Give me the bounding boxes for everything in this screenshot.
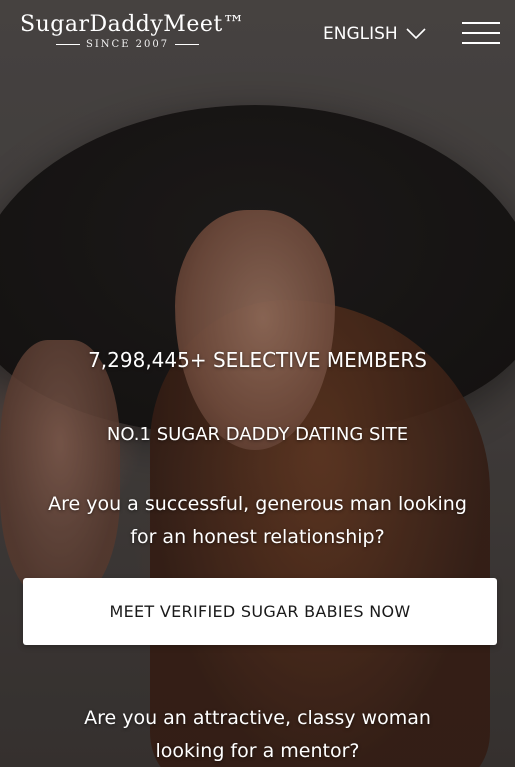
site-logo[interactable]: SugarDaddyMeet™ SINCE 2007: [20, 12, 245, 50]
language-label: ENGLISH: [323, 24, 398, 44]
question-men: Are you a successful, generous man looki…: [0, 488, 515, 554]
hamburger-menu-icon[interactable]: [462, 20, 500, 46]
language-selector[interactable]: ENGLISH: [323, 24, 426, 44]
logo-name: SugarDaddyMeet™: [20, 12, 246, 37]
logo-since-text: SINCE 2007: [86, 39, 170, 50]
chevron-down-icon: [406, 28, 426, 40]
meet-sugar-babies-button[interactable]: MEET VERIFIED SUGAR BABIES NOW: [23, 578, 497, 645]
hero-background-image: [0, 0, 515, 767]
question-men-line-1: Are you a successful, generous man looki…: [48, 493, 467, 515]
logo-since: SINCE 2007: [20, 39, 245, 50]
question-men-line-2: for an honest relationship?: [130, 526, 385, 548]
question-women-line-1: Are you an attractive, classy woman: [84, 707, 431, 729]
site-tagline: NO.1 SUGAR DADDY DATING SITE: [106, 424, 409, 445]
question-women: Are you an attractive, classy woman look…: [0, 702, 515, 767]
landing-page: SugarDaddyMeet™ SINCE 2007 ENGLISH 7,298…: [0, 0, 515, 767]
site-header: SugarDaddyMeet™ SINCE 2007 ENGLISH: [0, 0, 515, 70]
question-women-line-2: looking for a mentor?: [155, 740, 360, 762]
members-count: 7,298,445+ SELECTIVE MEMBERS: [88, 348, 427, 372]
